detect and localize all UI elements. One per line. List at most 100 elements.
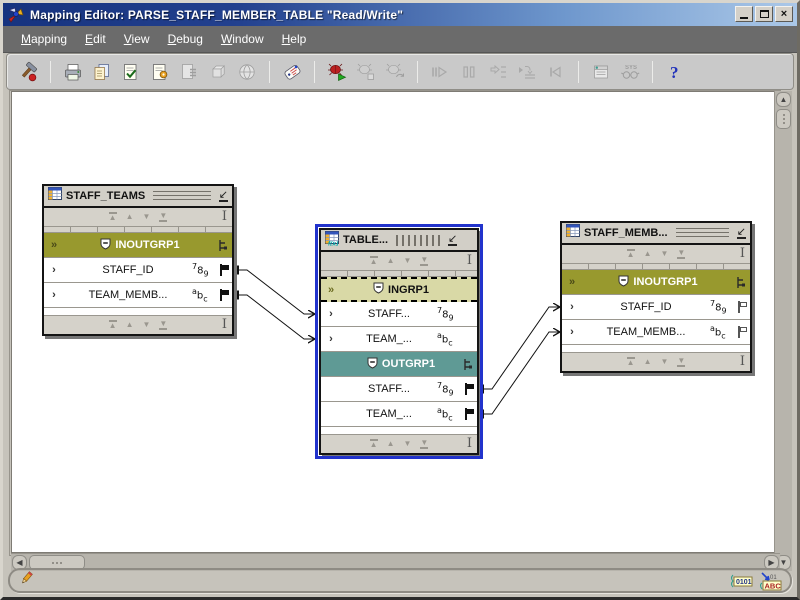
collapse-icon[interactable]: ↙	[448, 234, 458, 246]
menu-help[interactable]: Help	[274, 29, 315, 49]
print-button[interactable]	[60, 59, 86, 85]
attribute-row-team_[interactable]: TEAM_... abc	[321, 402, 477, 427]
number-type-icon: 789	[192, 261, 209, 279]
menu-edit[interactable]: Edit	[77, 29, 114, 49]
attribute-chevron-icon[interactable]: ›	[321, 333, 341, 345]
attribute-label: STAFF_ID	[102, 264, 154, 276]
row-scroller[interactable]: ▲ ▲ ▼ ▼ I	[44, 208, 232, 227]
group-row-outgrp1[interactable]: OUTGRP1	[321, 352, 477, 377]
attribute-row-team_[interactable]: › TEAM_... abc	[321, 327, 477, 352]
attribute-chevron-icon[interactable]: ›	[562, 301, 582, 313]
title-bar[interactable]: Mapping Editor: PARSE_STAFF_MEMBER_TABLE…	[3, 3, 797, 26]
scroll-up-icon[interactable]: ▲	[369, 256, 378, 266]
scroll-down-icon[interactable]: ▼	[420, 256, 429, 266]
group-row-inoutgrp1[interactable]: » INOUTGRP1	[562, 270, 750, 295]
group-row-ingrp1[interactable]: » INGRP1	[321, 277, 477, 302]
group-row-inoutgrp1[interactable]: » INOUTGRP1	[44, 233, 232, 258]
scroll-up-icon[interactable]: ▲	[626, 249, 635, 259]
scroll-up-icon[interactable]: ▲	[387, 257, 395, 265]
binary-indicator[interactable]: 0101	[729, 572, 753, 590]
minimize-button[interactable]	[735, 6, 753, 22]
connection-line[interactable]	[238, 294, 315, 339]
vertical-scrollbar[interactable]: ▲ ▼	[774, 91, 792, 571]
toolbox-button[interactable]	[15, 59, 41, 85]
expand-chevron-icon[interactable]: »	[321, 284, 341, 296]
scroll-up-icon[interactable]: ▲	[644, 250, 652, 258]
row-scroller[interactable]: ▲ ▲ ▼ ▼ I	[321, 434, 477, 453]
scroll-up-icon[interactable]: ▲	[387, 440, 395, 448]
group-shield-icon	[367, 357, 378, 372]
collapse-icon[interactable]: ↙	[218, 190, 228, 202]
step-into-button	[485, 59, 511, 85]
mapping-canvas[interactable]: STAFF_TEAMS ↙ ▲ ▲ ▼ ▼ I » INOUTGRP1 › STAFF_ID 789 ›…	[11, 91, 779, 553]
scroll-down-icon[interactable]: ▼	[661, 358, 669, 366]
debug-start-button[interactable]	[324, 59, 350, 85]
scroll-up-icon[interactable]: ▲	[126, 213, 134, 221]
attribute-row-staff_id[interactable]: › STAFF_ID 789	[562, 295, 750, 320]
operator-header[interactable]: STAFF_MEMB... ↙	[562, 223, 750, 245]
scroll-down-icon[interactable]: ▼	[404, 440, 412, 448]
header-grip[interactable]	[153, 190, 211, 202]
scroll-up-icon[interactable]: ▲	[108, 212, 117, 222]
header-grip[interactable]	[675, 227, 729, 239]
scroll-up-button[interactable]: ▲	[776, 92, 791, 107]
scroll-up-icon[interactable]: ▲	[644, 358, 652, 366]
operator-header[interactable]: f(x) TABLE... ↙	[321, 230, 477, 252]
tag-button[interactable]	[279, 59, 305, 85]
scroll-down-icon[interactable]: ▼	[677, 357, 686, 367]
scroll-up-icon[interactable]: ▲	[108, 320, 117, 330]
attribute-row-staff[interactable]: STAFF... 789	[321, 377, 477, 402]
close-button[interactable]: ×	[775, 6, 793, 22]
row-scroller[interactable]: ▲ ▲ ▼ ▼ I	[321, 252, 477, 271]
menu-debug[interactable]: Debug	[160, 29, 211, 49]
expand-chevron-icon[interactable]: »	[562, 276, 582, 288]
number-type-icon: 789	[437, 380, 454, 398]
scroll-down-icon[interactable]: ▼	[404, 257, 412, 265]
header-grip[interactable]	[396, 234, 441, 246]
scroll-down-icon[interactable]: ▼	[143, 213, 151, 221]
vertical-scroll-thumb[interactable]	[776, 109, 791, 129]
operator-staff_teams[interactable]: STAFF_TEAMS ↙ ▲ ▲ ▼ ▼ I» INOUTGRP1 › STAFF_ID 789 ›…	[42, 184, 234, 336]
operator-header[interactable]: STAFF_TEAMS ↙	[44, 186, 232, 208]
attribute-row-team_memb[interactable]: › TEAM_MEMB... abc	[44, 283, 232, 308]
operator-staff_memb[interactable]: STAFF_MEMB... ↙ ▲ ▲ ▼ ▼ I » INOUTGRP1 › STAFF_ID 78…	[560, 221, 752, 373]
attribute-chevron-icon[interactable]: ›	[321, 308, 341, 320]
connection-line[interactable]	[483, 332, 560, 415]
attribute-row-team_memb[interactable]: › TEAM_MEMB... abc	[562, 320, 750, 345]
connection-line[interactable]	[483, 307, 560, 390]
connection-line[interactable]	[238, 269, 315, 314]
attribute-row-staff[interactable]: › STAFF... 789	[321, 302, 477, 327]
mapped-flag-icon	[218, 289, 232, 301]
scroll-down-icon[interactable]: ▼	[159, 212, 168, 222]
cursor-ibeam-icon: I	[739, 246, 745, 261]
scroll-down-icon[interactable]: ▼	[420, 439, 429, 449]
attribute-row-staff_id[interactable]: › STAFF_ID 789	[44, 258, 232, 283]
maximize-button[interactable]	[755, 6, 773, 22]
attribute-chevron-icon[interactable]: ›	[562, 326, 582, 338]
expand-chevron-icon[interactable]: »	[44, 239, 64, 251]
copy-button[interactable]	[89, 59, 115, 85]
collapse-icon[interactable]: ↙	[736, 227, 746, 239]
cursor-ibeam-icon: I	[466, 253, 472, 268]
scroll-up-icon[interactable]: ▲	[126, 321, 134, 329]
menu-view[interactable]: View	[116, 29, 158, 49]
group-connector-icon	[737, 276, 745, 288]
row-scroller[interactable]: ▲ ▲ ▼ ▼ I	[562, 245, 750, 264]
scroll-down-icon[interactable]: ▼	[661, 250, 669, 258]
operator-table[interactable]: f(x) TABLE... ↙ ▲ ▲ ▼ ▼ I» INGRP1 › STAFF... 789 › TE…	[315, 224, 483, 459]
menu-window[interactable]: Window	[213, 29, 272, 49]
help-button[interactable]: ?	[662, 59, 688, 85]
attribute-chevron-icon[interactable]: ›	[44, 264, 64, 276]
scroll-down-icon[interactable]: ▼	[143, 321, 151, 329]
scroll-down-icon[interactable]: ▼	[677, 249, 686, 259]
scroll-up-icon[interactable]: ▲	[626, 357, 635, 367]
generate-button[interactable]	[147, 59, 173, 85]
attribute-chevron-icon[interactable]: ›	[44, 289, 64, 301]
scroll-down-icon[interactable]: ▼	[159, 320, 168, 330]
abc-indicator[interactable]: 01 ABC	[756, 571, 782, 591]
menu-mapping[interactable]: Mapping	[13, 29, 75, 49]
scroll-up-icon[interactable]: ▲	[369, 439, 378, 449]
validate-button[interactable]	[118, 59, 144, 85]
row-scroller[interactable]: ▲ ▲ ▼ ▼ I	[562, 352, 750, 371]
row-scroller[interactable]: ▲ ▲ ▼ ▼ I	[44, 315, 232, 334]
